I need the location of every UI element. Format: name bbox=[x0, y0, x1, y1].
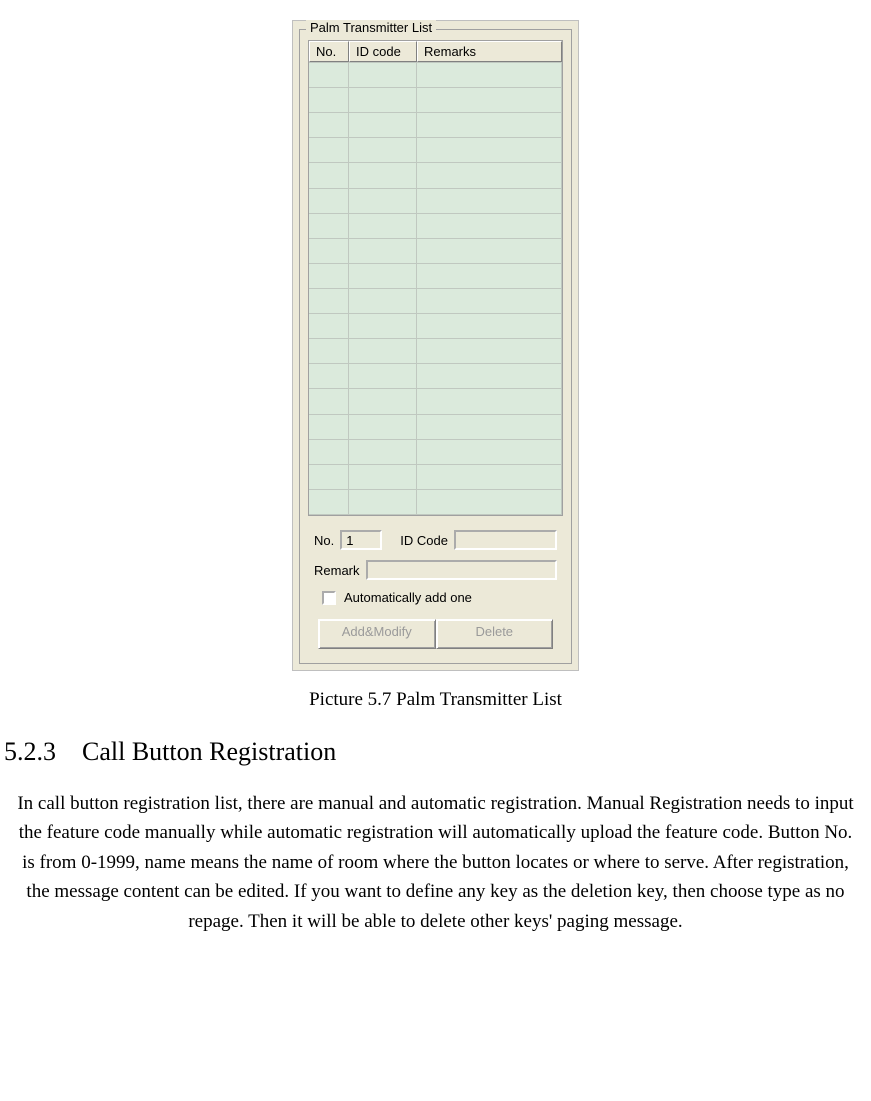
table-row[interactable] bbox=[309, 189, 562, 214]
no-input[interactable] bbox=[340, 530, 382, 550]
column-header-remarks[interactable]: Remarks bbox=[417, 41, 562, 62]
no-label: No. bbox=[314, 533, 334, 548]
table-row[interactable] bbox=[309, 63, 562, 88]
figure-caption: Picture 5.7 Palm Transmitter List bbox=[0, 689, 871, 711]
auto-add-label: Automatically add one bbox=[344, 590, 472, 605]
table-row[interactable] bbox=[309, 314, 562, 339]
table-row[interactable] bbox=[309, 264, 562, 289]
delete-button[interactable]: Delete bbox=[436, 619, 554, 649]
section-number: 5.2.3 bbox=[4, 737, 56, 766]
add-modify-button[interactable]: Add&Modify bbox=[318, 619, 436, 649]
section-title: Call Button Registration bbox=[82, 737, 336, 766]
palm-transmitter-groupbox: Palm Transmitter List No. ID code Remark… bbox=[299, 29, 572, 664]
groupbox-title: Palm Transmitter List bbox=[306, 20, 436, 35]
table-row[interactable] bbox=[309, 415, 562, 440]
table-row[interactable] bbox=[309, 339, 562, 364]
table-row[interactable] bbox=[309, 163, 562, 188]
idcode-label: ID Code bbox=[400, 533, 448, 548]
palm-transmitter-panel: Palm Transmitter List No. ID code Remark… bbox=[292, 20, 579, 671]
section-heading: 5.2.3 Call Button Registration bbox=[4, 737, 871, 767]
list-header: No. ID code Remarks bbox=[309, 41, 562, 63]
remark-input[interactable] bbox=[366, 560, 557, 580]
column-header-no[interactable]: No. bbox=[309, 41, 349, 62]
transmitter-list[interactable]: No. ID code Remarks bbox=[308, 40, 563, 516]
form-area: No. ID Code Remark Automatically add one… bbox=[308, 516, 563, 653]
table-row[interactable] bbox=[309, 239, 562, 264]
auto-add-checkbox[interactable] bbox=[322, 591, 336, 605]
table-row[interactable] bbox=[309, 88, 562, 113]
table-row[interactable] bbox=[309, 490, 562, 515]
table-row[interactable] bbox=[309, 465, 562, 490]
column-header-idcode[interactable]: ID code bbox=[349, 41, 417, 62]
table-row[interactable] bbox=[309, 138, 562, 163]
table-row[interactable] bbox=[309, 364, 562, 389]
table-row[interactable] bbox=[309, 440, 562, 465]
table-row[interactable] bbox=[309, 113, 562, 138]
list-body[interactable] bbox=[309, 63, 562, 515]
table-row[interactable] bbox=[309, 289, 562, 314]
body-paragraph: In call button registration list, there … bbox=[12, 789, 859, 936]
table-row[interactable] bbox=[309, 389, 562, 414]
idcode-input[interactable] bbox=[454, 530, 557, 550]
remark-label: Remark bbox=[314, 563, 360, 578]
table-row[interactable] bbox=[309, 214, 562, 239]
